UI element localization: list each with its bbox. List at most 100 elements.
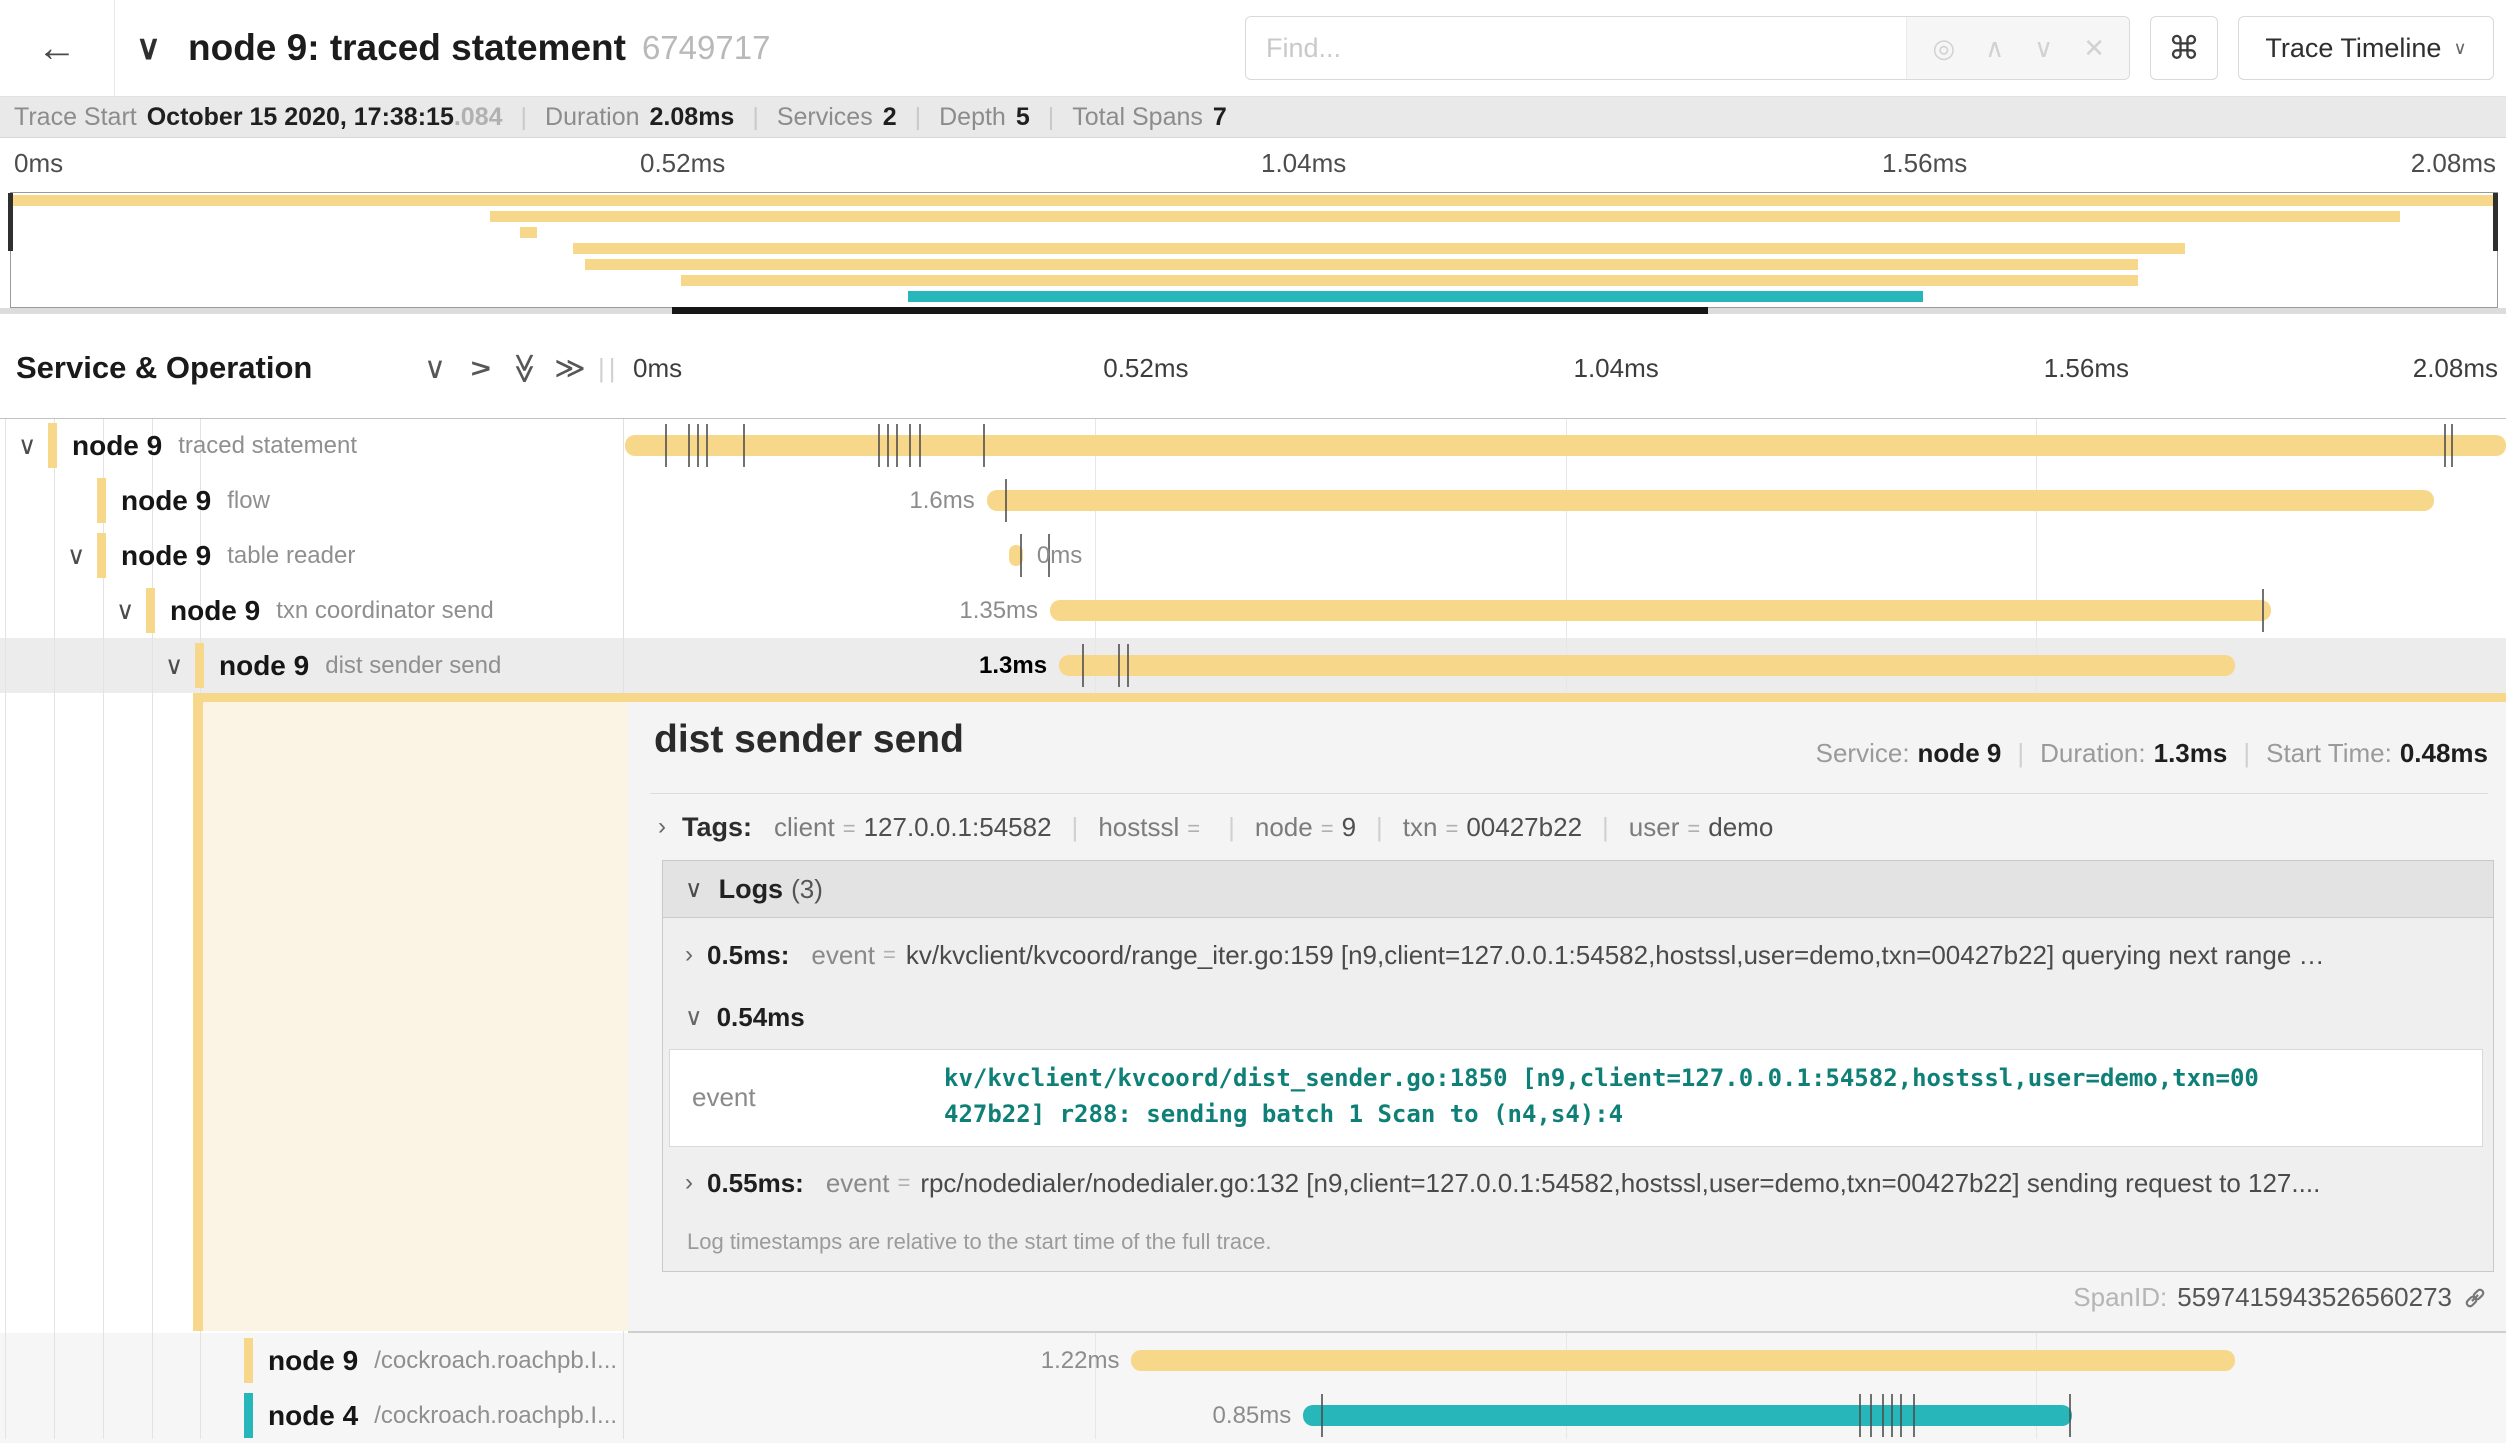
span-row-expander[interactable]: ∨ [67, 528, 85, 583]
meta-separator: | [2243, 738, 2250, 769]
log-entry[interactable]: ∨0.54ms [685, 995, 827, 1039]
span-duration-bar[interactable] [1059, 655, 2235, 676]
span-log-tick [1082, 644, 1084, 687]
back-button[interactable]: ← [0, 0, 115, 96]
span-log-tick [743, 424, 745, 467]
match-highlight-icon[interactable]: ◎ [1932, 33, 1955, 64]
minimap-scrollbar-thumb[interactable] [672, 307, 1708, 314]
span-service-color-bar [244, 1393, 253, 1438]
minimap-left-scrubber[interactable] [8, 193, 13, 251]
span-service-name: node 9 [170, 595, 260, 627]
minimap-tick-label: 1.04ms [1261, 148, 1346, 179]
span-row-name[interactable]: node 9traced statement [72, 418, 357, 473]
column-resize-grip[interactable]: || [598, 348, 620, 388]
span-row-name[interactable]: node 9txn coordinator send [170, 583, 494, 638]
logs-count: (3) [791, 874, 823, 905]
summary-separator: | [752, 103, 759, 132]
trace-title-collapse-toggle[interactable]: ∨ [136, 0, 161, 96]
logs-header[interactable]: ∨ Logs (3) [663, 861, 2493, 918]
span-service-color-bar [244, 1338, 253, 1383]
timeline-tick-label: 1.04ms [1574, 318, 1659, 418]
log-timestamp: 0.5ms: [707, 940, 789, 971]
span-log-tick [1127, 644, 1129, 687]
span-row-expander[interactable]: ∨ [165, 638, 183, 693]
span-log-tick [1859, 1394, 1861, 1437]
summary-item-label: Trace Start [14, 103, 137, 132]
summary-item-label: Duration [545, 103, 640, 132]
span-log-tick [1913, 1394, 1915, 1437]
link-icon[interactable] [2462, 1285, 2488, 1311]
summary-item-label: Services [777, 103, 873, 132]
summary-item-label: Depth [939, 103, 1006, 132]
find-next-icon[interactable]: ∨ [2034, 33, 2053, 64]
duration-label: Duration: [2040, 738, 2146, 769]
chevron-down-icon: ∨ [424, 351, 446, 386]
summary-item-suffix: .084 [454, 103, 503, 132]
span-duration-label: 1.6ms [909, 487, 974, 515]
collapse-one-icon[interactable]: ∨ [415, 318, 455, 418]
summary-item-value: October 15 2020, 17:38:15 [147, 103, 454, 132]
span-duration-bar[interactable] [1050, 600, 2271, 621]
collapse-all-icon[interactable]: ≫ [505, 318, 545, 418]
expand-all-icon[interactable]: ≫ [550, 318, 590, 418]
tag-value: 127.0.0.1:54582 [864, 812, 1052, 842]
tag-equals: = [1445, 816, 1458, 841]
trace-view-dropdown-label: Trace Timeline [2265, 33, 2441, 64]
span-row-expander[interactable]: ∨ [116, 583, 134, 638]
log-equals: = [883, 942, 896, 968]
span-operation-name: flow [227, 487, 270, 515]
chevron-down-icon: ∨ [2453, 38, 2466, 59]
expand-one-icon[interactable]: ∨ [460, 318, 500, 418]
span-log-tick [878, 424, 880, 467]
keyboard-shortcuts-button[interactable]: ⌘ [2150, 16, 2218, 80]
summary-item-value: 7 [1213, 103, 1227, 132]
log-event-message-line: kv/kvclient/kvcoord/dist_sender.go:1850 … [944, 1064, 2259, 1092]
tag-separator: | [1602, 812, 1609, 842]
find-prev-icon[interactable]: ∧ [1985, 33, 2004, 64]
tag-equals: = [1321, 816, 1334, 841]
find-input[interactable] [1246, 18, 1906, 78]
trace-name: node 9: traced statement [188, 27, 626, 69]
minimap-canvas[interactable] [10, 192, 2498, 308]
chevron-down-icon: ∨ [67, 541, 85, 571]
span-log-tick [1005, 479, 1007, 522]
span-row-name[interactable]: node 9flow [121, 473, 270, 528]
span-row-name[interactable]: node 9dist sender send [219, 638, 501, 693]
find-clear-icon[interactable]: ✕ [2083, 33, 2105, 64]
span-duration-bar[interactable] [987, 490, 2434, 511]
tags-row[interactable]: › Tags: client=127.0.0.1:54582|hostssl=|… [658, 802, 1773, 852]
span-duration-bar[interactable] [1303, 1405, 2072, 1426]
meta-separator: | [2017, 738, 2024, 769]
span-row-name[interactable]: node 4/cockroach.roachpb.I... [268, 1388, 617, 1443]
span-duration-label: 1.3ms [979, 652, 1047, 680]
span-row-name[interactable]: node 9table reader [121, 528, 355, 583]
summary-item-value: 5 [1016, 103, 1030, 132]
find-controls: ◎ ∧ ∨ ✕ [1906, 17, 2129, 79]
span-detail-indent-fill [203, 702, 628, 1331]
span-row-name[interactable]: node 9/cockroach.roachpb.I... [268, 1333, 617, 1388]
trace-view-dropdown[interactable]: Trace Timeline ∨ [2238, 16, 2494, 80]
tag-equals: = [843, 816, 856, 841]
minimap-span-bar [12, 195, 2496, 206]
span-log-tick [919, 424, 921, 467]
minimap-span-bar [908, 291, 1923, 302]
minimap-span-bar [490, 211, 2401, 222]
tag-equals: = [1687, 816, 1700, 841]
chevron-down-icon: ∨ [136, 28, 161, 68]
log-value: rpc/nodedialer/nodedialer.go:132 [n9,cli… [920, 1168, 2320, 1199]
span-log-tick [2444, 424, 2446, 467]
service-operation-header: Service & Operation [16, 318, 312, 418]
span-duration-bar[interactable] [1131, 1350, 2234, 1371]
chevron-right-icon: ∨ [463, 357, 498, 379]
span-id-label: SpanID: [2073, 1282, 2167, 1313]
span-row-expander[interactable]: ∨ [18, 418, 36, 473]
tag-key: hostssl [1098, 812, 1179, 842]
minimap-right-scrubber[interactable] [2493, 193, 2498, 251]
chevron-down-icon: ∨ [165, 651, 183, 681]
span-duration-bar[interactable] [625, 435, 2506, 456]
span-operation-name: dist sender send [325, 652, 501, 680]
log-timestamp: 0.55ms: [707, 1168, 804, 1199]
log-entry[interactable]: ›0.5ms:event=kv/kvclient/kvcoord/range_i… [685, 933, 2325, 977]
log-entry[interactable]: ›0.55ms:event=rpc/nodedialer/nodedialer.… [685, 1161, 2320, 1205]
summary-separator: | [521, 103, 528, 132]
